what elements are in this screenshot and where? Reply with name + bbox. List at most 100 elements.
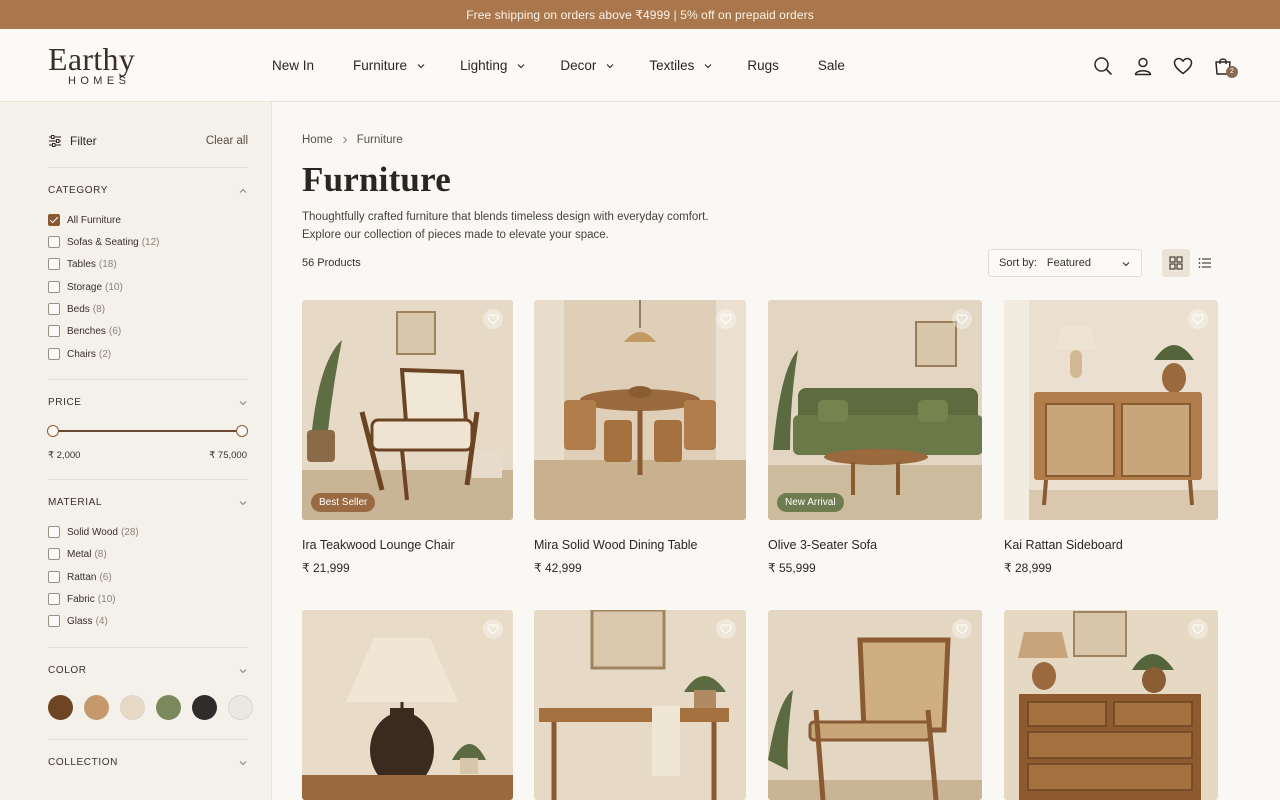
product-badge: New Arrival bbox=[777, 493, 844, 512]
checkbox[interactable] bbox=[48, 236, 60, 248]
color-section-toggle[interactable]: COLOR bbox=[48, 665, 248, 676]
price-slider-max-handle[interactable] bbox=[236, 425, 248, 437]
product-card[interactable] bbox=[302, 610, 513, 800]
add-to-wishlist-button[interactable] bbox=[483, 309, 503, 329]
cart-count-badge: 2 bbox=[1226, 65, 1238, 78]
material-fabric[interactable]: Fabric (10) bbox=[48, 593, 116, 605]
product-image[interactable] bbox=[768, 610, 982, 800]
add-to-wishlist-button[interactable] bbox=[1188, 309, 1208, 329]
price-slider-track[interactable] bbox=[53, 430, 242, 432]
color-swatch-tan[interactable] bbox=[84, 695, 109, 720]
chevron-down-icon bbox=[239, 760, 247, 765]
filter-sidebar: Filter Clear all CATEGORY All Furniture … bbox=[0, 102, 272, 800]
material-section-toggle[interactable]: MATERIAL bbox=[48, 497, 248, 508]
category-tables[interactable]: Tables (18) bbox=[48, 258, 117, 270]
nav-label: Decor bbox=[560, 58, 597, 73]
checkbox[interactable] bbox=[48, 348, 60, 360]
checkbox-count: (4) bbox=[95, 615, 108, 627]
filter-sliders-icon bbox=[49, 135, 61, 147]
category-all-furniture[interactable]: All Furniture bbox=[48, 214, 124, 226]
color-swatch-charcoal[interactable] bbox=[192, 695, 217, 720]
checkbox[interactable] bbox=[48, 281, 60, 293]
checkbox-label: Metal bbox=[67, 548, 92, 560]
category-beds[interactable]: Beds (8) bbox=[48, 303, 105, 315]
add-to-wishlist-button[interactable] bbox=[483, 619, 503, 639]
color-swatch-beige[interactable] bbox=[120, 695, 145, 720]
heart-icon bbox=[720, 624, 732, 635]
color-swatch-olive[interactable] bbox=[156, 695, 181, 720]
product-image[interactable] bbox=[534, 300, 746, 520]
product-card[interactable] bbox=[534, 610, 746, 800]
header-actions: 2 bbox=[1092, 29, 1238, 102]
clear-all-link[interactable]: Clear all bbox=[206, 135, 248, 147]
product-card[interactable]: Mira Solid Wood Dining Table ₹ 42,999 bbox=[534, 300, 746, 575]
breadcrumb-home[interactable]: Home bbox=[302, 134, 333, 146]
category-benches[interactable]: Benches (6) bbox=[48, 325, 121, 337]
price-slider-min-handle[interactable] bbox=[47, 425, 59, 437]
checkbox[interactable] bbox=[48, 258, 60, 270]
product-card[interactable] bbox=[768, 610, 982, 800]
nav-item-textiles[interactable]: Textiles bbox=[649, 58, 713, 73]
nav-item-new-in[interactable]: New In bbox=[272, 58, 314, 73]
add-to-wishlist-button[interactable] bbox=[1188, 619, 1208, 639]
material-solid-wood[interactable]: Solid Wood (28) bbox=[48, 526, 139, 538]
divider bbox=[48, 739, 248, 740]
filter-header: Filter Clear all bbox=[48, 134, 248, 148]
material-metal[interactable]: Metal (8) bbox=[48, 548, 107, 560]
product-image[interactable]: Best Seller bbox=[302, 300, 513, 520]
divider bbox=[48, 479, 248, 480]
sort-dropdown[interactable]: Sort by: Featured bbox=[988, 249, 1142, 277]
checkbox-checked[interactable] bbox=[48, 214, 60, 226]
product-name[interactable]: Ira Teakwood Lounge Chair bbox=[302, 538, 513, 552]
checkbox[interactable] bbox=[48, 615, 60, 627]
category-section-toggle[interactable]: CATEGORY bbox=[48, 185, 248, 196]
checkbox[interactable] bbox=[48, 548, 60, 560]
checkbox-label: Beds bbox=[67, 303, 90, 315]
add-to-wishlist-button[interactable] bbox=[952, 309, 972, 329]
product-image[interactable] bbox=[1004, 610, 1218, 800]
add-to-wishlist-button[interactable] bbox=[716, 309, 736, 329]
checkbox[interactable] bbox=[48, 303, 60, 315]
category-sofas-seating[interactable]: Sofas & Seating (12) bbox=[48, 236, 160, 248]
product-card[interactable]: Kai Rattan Sideboard ₹ 28,999 bbox=[1004, 300, 1218, 575]
product-image[interactable]: New Arrival bbox=[768, 300, 982, 520]
wishlist-heart-icon[interactable] bbox=[1172, 55, 1194, 77]
nav-item-sale[interactable]: Sale bbox=[818, 58, 845, 73]
color-swatch-light-grey[interactable] bbox=[228, 695, 253, 720]
product-name[interactable]: Kai Rattan Sideboard bbox=[1004, 538, 1218, 552]
nav-item-decor[interactable]: Decor bbox=[560, 58, 615, 73]
product-card[interactable]: New Arrival Olive 3-Seater Sofa ₹ 55,999 bbox=[768, 300, 982, 575]
add-to-wishlist-button[interactable] bbox=[716, 619, 736, 639]
nav-item-furniture[interactable]: Furniture bbox=[353, 58, 426, 73]
add-to-wishlist-button[interactable] bbox=[952, 619, 972, 639]
grid-view-button[interactable] bbox=[1162, 249, 1190, 277]
product-image[interactable] bbox=[302, 610, 513, 800]
checkbox[interactable] bbox=[48, 571, 60, 583]
color-swatch-brown[interactable] bbox=[48, 695, 73, 720]
collection-section-toggle[interactable]: COLLECTION bbox=[48, 757, 248, 768]
category-storage[interactable]: Storage (10) bbox=[48, 281, 123, 293]
product-card[interactable] bbox=[1004, 610, 1218, 800]
checkbox[interactable] bbox=[48, 526, 60, 538]
product-price: ₹ 28,999 bbox=[1004, 561, 1052, 575]
brand-logo[interactable]: Earthy HOMES bbox=[48, 43, 135, 88]
price-section-toggle[interactable]: PRICE bbox=[48, 397, 248, 408]
user-icon[interactable] bbox=[1132, 55, 1154, 77]
product-image[interactable] bbox=[1004, 300, 1218, 520]
checkbox[interactable] bbox=[48, 325, 60, 337]
list-view-button[interactable] bbox=[1191, 249, 1219, 277]
nav-item-lighting[interactable]: Lighting bbox=[460, 58, 526, 73]
search-icon[interactable] bbox=[1092, 55, 1114, 77]
category-chairs[interactable]: Chairs (2) bbox=[48, 348, 111, 360]
product-name[interactable]: Mira Solid Wood Dining Table bbox=[534, 538, 746, 552]
divider bbox=[48, 379, 248, 380]
product-image[interactable] bbox=[534, 610, 746, 800]
cart-button[interactable]: 2 bbox=[1212, 55, 1238, 78]
checkbox[interactable] bbox=[48, 593, 60, 605]
material-glass[interactable]: Glass (4) bbox=[48, 615, 108, 627]
material-rattan[interactable]: Rattan (6) bbox=[48, 571, 112, 583]
price-section-title: PRICE bbox=[48, 397, 82, 408]
product-name[interactable]: Olive 3-Seater Sofa bbox=[768, 538, 982, 552]
nav-item-rugs[interactable]: Rugs bbox=[747, 58, 779, 73]
product-card[interactable]: Best Seller Ira Teakwood Lounge Chair ₹ … bbox=[302, 300, 513, 575]
